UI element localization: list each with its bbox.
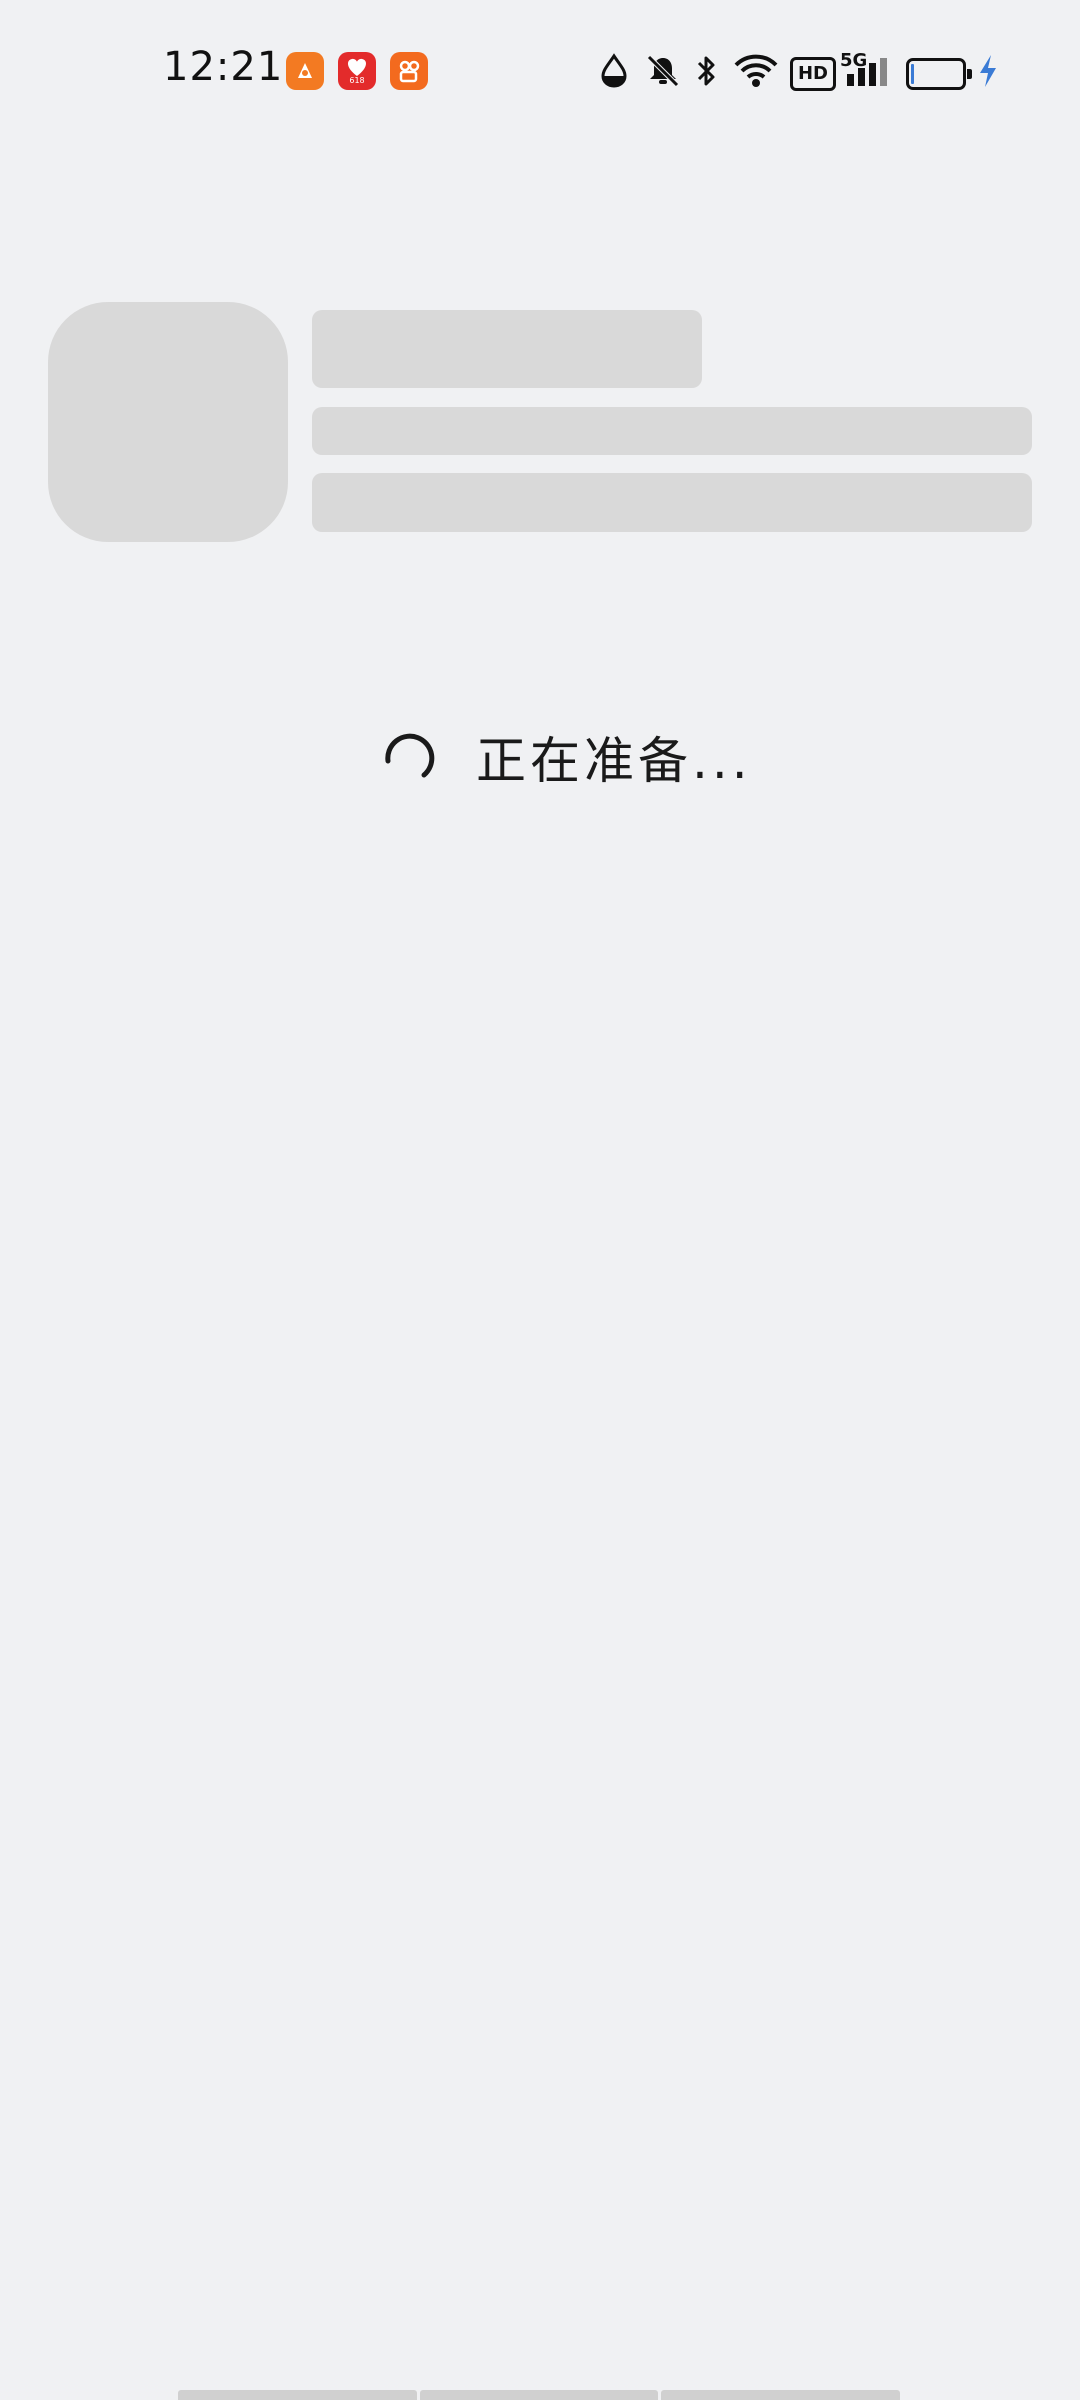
bottom-gesture-bar[interactable] xyxy=(178,2390,901,2400)
hd-badge: HD xyxy=(790,57,836,91)
orange-video-app-icon xyxy=(390,52,428,90)
orange-app-icon xyxy=(286,52,324,90)
mute-bell-icon xyxy=(644,48,682,94)
skeleton-line xyxy=(312,473,1032,532)
red-heart-app-icon: 618 xyxy=(338,52,376,90)
skeleton-title xyxy=(312,310,702,388)
bluetooth-icon xyxy=(692,48,722,94)
signal-5g-icon xyxy=(844,58,892,88)
bottom-segment xyxy=(419,2390,659,2400)
status-time: 12:21 xyxy=(163,44,284,90)
status-bar: 12:21 618 HD 5G xyxy=(0,0,1080,140)
charging-icon xyxy=(976,48,1000,94)
spinner-icon xyxy=(385,733,435,778)
bottom-segment xyxy=(661,2390,901,2400)
loading-indicator: 正在准备... xyxy=(380,722,752,792)
skeleton-avatar xyxy=(48,302,288,542)
wifi-icon xyxy=(732,48,780,94)
water-drop-icon xyxy=(598,48,630,94)
skeleton-line xyxy=(312,407,1032,455)
battery-icon xyxy=(906,58,972,90)
bottom-segment xyxy=(178,2390,417,2400)
loading-text: 正在准备... xyxy=(476,732,752,790)
app-badge-text: 618 xyxy=(349,76,365,85)
